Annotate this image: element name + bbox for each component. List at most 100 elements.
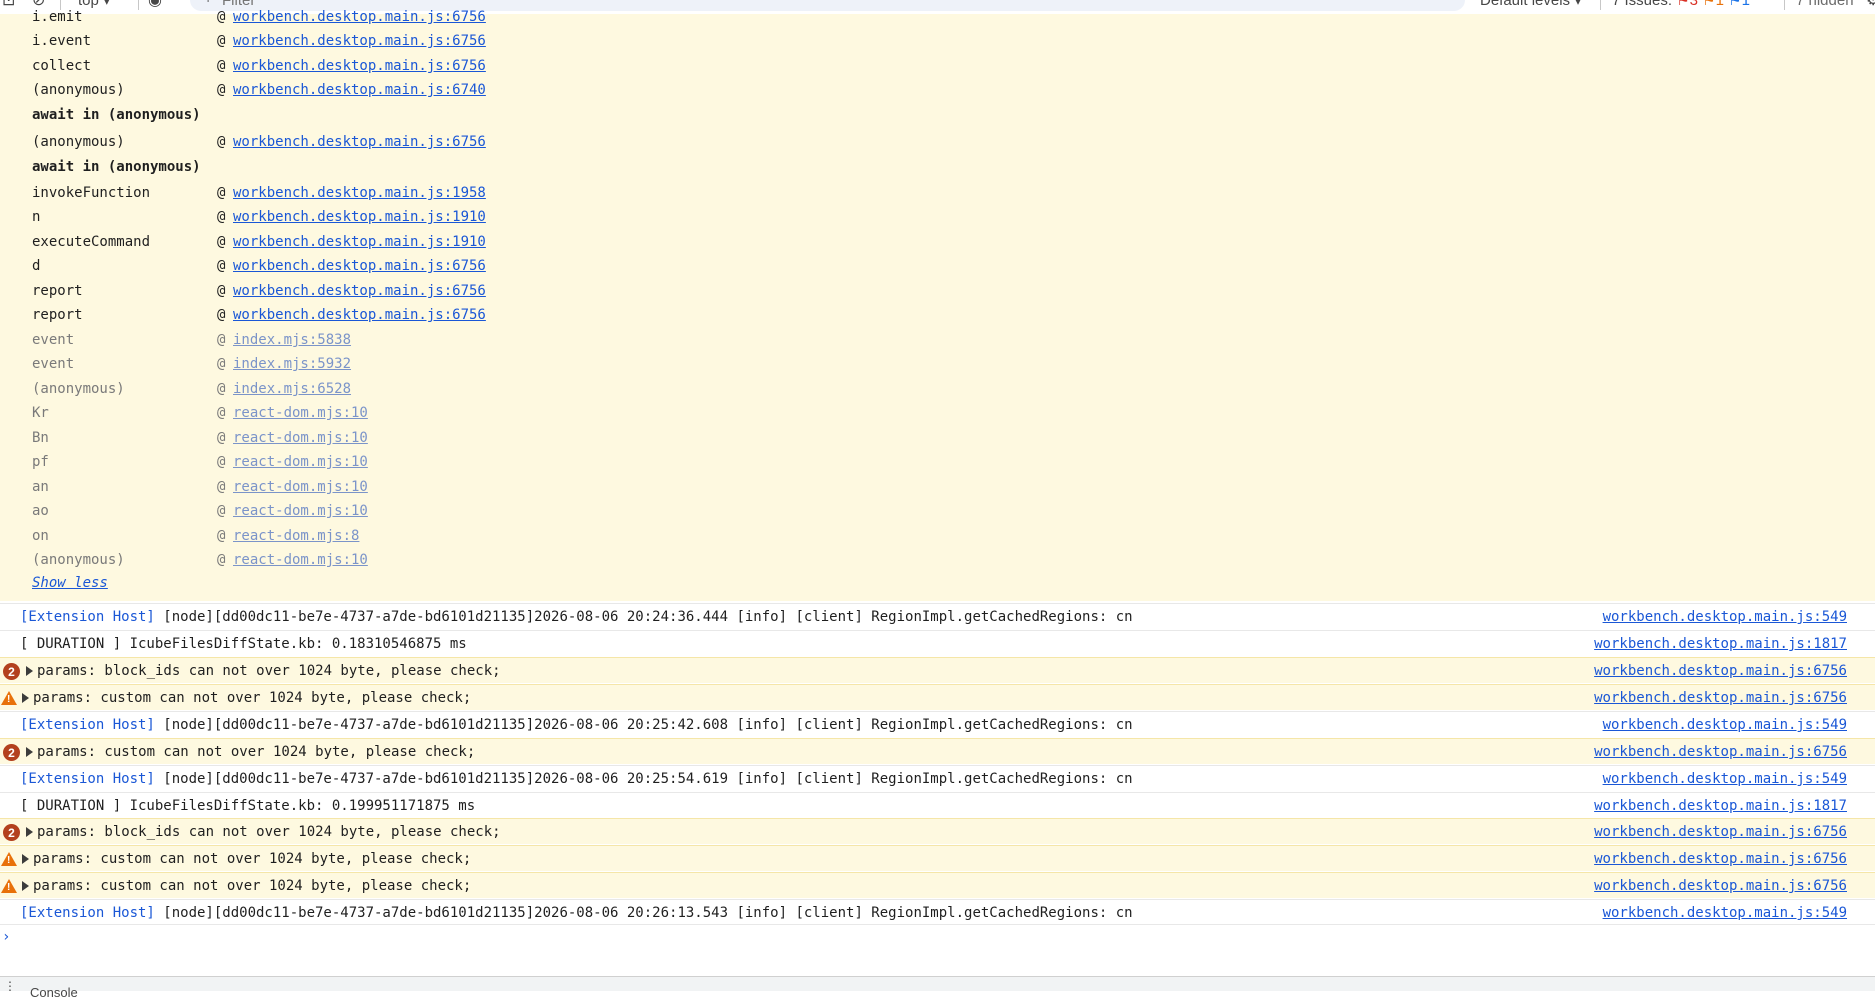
stack-frame: pf @ react-dom.mjs:10 (32, 454, 368, 470)
info-flag-icon: ⚑ (1728, 0, 1742, 9)
toolbar-divider (1784, 0, 1785, 10)
frame-source-link[interactable]: index.mjs:6528 (233, 381, 351, 397)
settings-gear-icon[interactable]: ⚙ (1866, 0, 1875, 10)
frame-source-link[interactable]: react-dom.mjs:8 (233, 528, 359, 544)
console-prompt[interactable]: › (2, 929, 10, 945)
stack-frame: event @ index.mjs:5838 (32, 332, 352, 348)
stack-frame: Kr @ react-dom.mjs:10 (32, 405, 368, 421)
console-message: [Extension Host] [node][dd00dc11-be7e-47… (0, 765, 1875, 791)
stack-frame: collect @ workbench.desktop.main.js:6756 (32, 58, 486, 74)
console-message: [Extension Host] [node][dd00dc11-be7e-47… (0, 711, 1875, 737)
frame-source-link[interactable]: workbench.desktop.main.js:6756 (233, 9, 486, 25)
console-message: [Extension Host] [node][dd00dc11-be7e-47… (0, 603, 1875, 629)
frame-source-link[interactable]: react-dom.mjs:10 (233, 503, 368, 519)
message-source-link[interactable]: workbench.desktop.main.js:6756 (1594, 824, 1847, 840)
stack-trace: i.emit @ workbench.desktop.main.js:6756 i.… (0, 9, 1875, 601)
stack-frame: i.event @ workbench.desktop.main.js:6756 (32, 33, 486, 49)
frame-source-link[interactable]: index.mjs:5838 (233, 332, 351, 348)
console-warning[interactable]: ! params: custom can not over 1024 byte,… (0, 872, 1875, 898)
frame-source-link[interactable]: react-dom.mjs:10 (233, 430, 368, 446)
frame-source-link[interactable]: workbench.desktop.main.js:1958 (233, 185, 486, 201)
frame-source-link[interactable]: workbench.desktop.main.js:6756 (233, 307, 486, 323)
repeat-count-badge: 2 (3, 824, 20, 841)
stack-frame: executeCommand @ workbench.desktop.main.js… (32, 234, 486, 250)
issues-error-count: 3 (1689, 0, 1698, 9)
log-levels-dropdown[interactable]: Default levels ▾ (1480, 0, 1582, 9)
hidden-messages-count: 7 hidden (1796, 0, 1854, 9)
warning-flag-icon: ⚑ (1702, 0, 1716, 9)
frame-source-link[interactable]: workbench.desktop.main.js:6756 (233, 134, 486, 150)
more-tabs-icon[interactable]: ⋮ (4, 979, 16, 993)
console-message: [ DURATION ] IcubeFilesDiffState.kb: 0.1… (0, 630, 1875, 656)
message-source-link[interactable]: workbench.desktop.main.js:1817 (1594, 636, 1847, 652)
console-message: [Extension Host] [node][dd00dc11-be7e-47… (0, 899, 1875, 925)
console-warning[interactable]: 2 params: block_ids can not over 1024 by… (0, 657, 1875, 683)
frame-source-link[interactable]: workbench.desktop.main.js:1910 (233, 234, 486, 250)
stack-frame: Bn @ react-dom.mjs:10 (32, 430, 368, 446)
stack-frame: (anonymous) @ react-dom.mjs:10 (32, 552, 368, 568)
warning-triangle-icon: ! (1, 879, 17, 893)
frame-source-link[interactable]: workbench.desktop.main.js:6756 (233, 283, 486, 299)
stack-frame: n @ workbench.desktop.main.js:1910 (32, 209, 486, 225)
frame-source-link[interactable]: workbench.desktop.main.js:6756 (233, 258, 486, 274)
show-less-link[interactable]: Show less (32, 575, 108, 591)
frame-source-link[interactable]: workbench.desktop.main.js:6756 (233, 58, 486, 74)
frame-source-link[interactable]: react-dom.mjs:10 (233, 454, 368, 470)
await-marker: await in (anonymous) (32, 159, 201, 175)
message-source-link[interactable]: workbench.desktop.main.js:549 (1603, 905, 1847, 921)
frame-source-link[interactable]: workbench.desktop.main.js:6740 (233, 82, 486, 98)
stack-frame: on @ react-dom.mjs:8 (32, 528, 360, 544)
stack-frame: report @ workbench.desktop.main.js:6756 (32, 283, 486, 299)
stack-frame: i.emit @ workbench.desktop.main.js:6756 (32, 9, 486, 25)
expand-caret-icon[interactable] (26, 747, 33, 757)
stack-frame: (anonymous) @ index.mjs:6528 (32, 381, 352, 397)
message-source-link[interactable]: workbench.desktop.main.js:6756 (1594, 663, 1847, 679)
tab-console[interactable]: Console (30, 985, 78, 1000)
console-warning[interactable]: ! params: custom can not over 1024 byte,… (0, 845, 1875, 871)
frame-source-link[interactable]: index.mjs:5932 (233, 356, 351, 372)
stack-frame: (anonymous) @ workbench.desktop.main.js:67… (32, 134, 486, 150)
stack-frame: report @ workbench.desktop.main.js:6756 (32, 307, 486, 323)
frame-source-link[interactable]: react-dom.mjs:10 (233, 405, 368, 421)
stack-frame: invokeFunction @ workbench.desktop.main.js… (32, 185, 486, 201)
stack-frame: (anonymous) @ workbench.desktop.main.js:67… (32, 82, 486, 98)
frame-source-link[interactable]: react-dom.mjs:10 (233, 479, 368, 495)
message-source-link[interactable]: workbench.desktop.main.js:6756 (1594, 851, 1847, 867)
frame-source-link[interactable]: workbench.desktop.main.js:1910 (233, 209, 486, 225)
error-flag-icon: ⚑ (1676, 0, 1690, 9)
expand-caret-icon[interactable] (22, 854, 29, 864)
stack-frame: event @ index.mjs:5932 (32, 356, 352, 372)
message-source-link[interactable]: workbench.desktop.main.js:6756 (1594, 744, 1847, 760)
expand-caret-icon[interactable] (26, 827, 33, 837)
issues-warning-count: 1 (1715, 0, 1724, 9)
message-source-link[interactable]: workbench.desktop.main.js:6756 (1594, 690, 1847, 706)
stack-frame: d @ workbench.desktop.main.js:6756 (32, 258, 486, 274)
frame-source-link[interactable]: react-dom.mjs:10 (233, 552, 368, 568)
console-warning[interactable]: 2 params: custom can not over 1024 byte,… (0, 738, 1875, 764)
issues-counter[interactable]: 7 Issues: ⚑3 ⚑1 ⚑1 (1612, 0, 1750, 9)
console-warning[interactable]: 2 params: block_ids can not over 1024 by… (0, 818, 1875, 844)
toolbar-divider (1600, 0, 1601, 10)
stack-frame: an @ react-dom.mjs:10 (32, 479, 368, 495)
sidebar-toggle-icon[interactable]: ⊡ (2, 0, 15, 10)
drawer-tab-bar: ⋮ Console (0, 976, 1875, 1000)
frame-source-link[interactable]: workbench.desktop.main.js:6756 (233, 33, 486, 49)
message-source-link[interactable]: workbench.desktop.main.js:549 (1603, 609, 1847, 625)
expand-caret-icon[interactable] (22, 693, 29, 703)
warning-triangle-icon: ! (1, 691, 17, 705)
message-source-link[interactable]: workbench.desktop.main.js:549 (1603, 717, 1847, 733)
expand-caret-icon[interactable] (22, 881, 29, 891)
console-message: [ DURATION ] IcubeFilesDiffState.kb: 0.1… (0, 792, 1875, 818)
message-source-link[interactable]: workbench.desktop.main.js:549 (1603, 771, 1847, 787)
stack-frame: ao @ react-dom.mjs:10 (32, 503, 368, 519)
console-warning[interactable]: ! params: custom can not over 1024 byte,… (0, 684, 1875, 710)
message-source-link[interactable]: workbench.desktop.main.js:1817 (1594, 798, 1847, 814)
repeat-count-badge: 2 (3, 663, 20, 680)
await-marker: await in (anonymous) (32, 107, 201, 123)
expand-caret-icon[interactable] (26, 666, 33, 676)
message-source-link[interactable]: workbench.desktop.main.js:6756 (1594, 878, 1847, 894)
issues-info-count: 1 (1741, 0, 1750, 9)
warning-triangle-icon: ! (1, 852, 17, 866)
issues-label: 7 Issues: (1612, 0, 1673, 9)
repeat-count-badge: 2 (3, 744, 20, 761)
